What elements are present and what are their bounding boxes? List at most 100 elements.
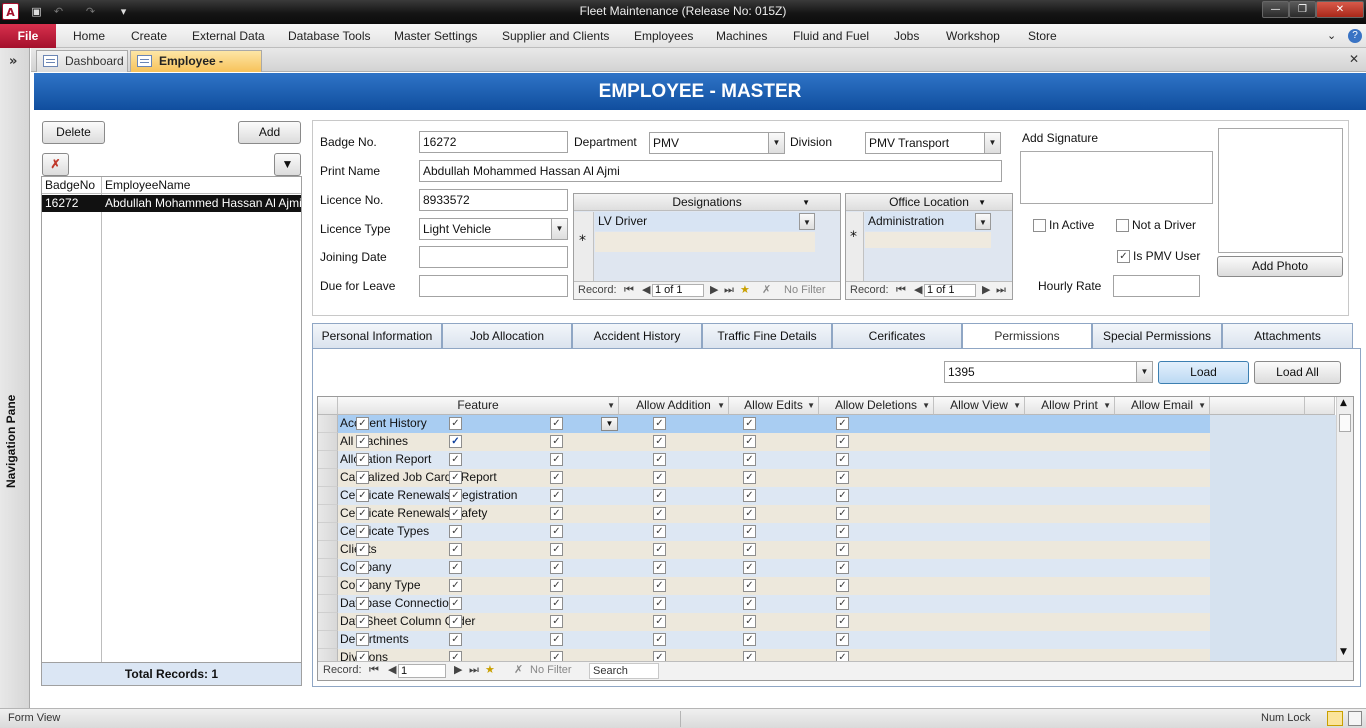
permission-checkbox[interactable]: ✓ bbox=[836, 417, 849, 430]
permission-checkbox[interactable]: ✓ bbox=[653, 417, 666, 430]
ribbon-tab-store[interactable]: Store bbox=[1028, 29, 1057, 43]
col-badge-header[interactable]: BadgeNo bbox=[45, 178, 95, 192]
record-position-input[interactable]: 1 bbox=[398, 664, 446, 678]
badge-input[interactable]: 16272 bbox=[419, 131, 568, 153]
record-position-input[interactable]: 1 of 1 bbox=[924, 284, 976, 297]
permission-checkbox[interactable]: ✓ bbox=[836, 633, 849, 646]
table-row[interactable]: DataSheet Column Order ✓ ✓ ✓ ✓ ✓ ✓ bbox=[318, 613, 1210, 631]
add-photo-button[interactable]: Add Photo bbox=[1217, 256, 1343, 277]
permission-checkbox[interactable]: ✓ bbox=[743, 471, 756, 484]
sort-arrow-icon[interactable]: ▼ bbox=[978, 194, 986, 211]
first-record-icon[interactable]: ⏮ bbox=[369, 662, 379, 679]
select-all-corner[interactable] bbox=[318, 397, 338, 415]
ribbon-tab-supplier-clients[interactable]: Supplier and Clients bbox=[502, 29, 609, 43]
hourly-rate-input[interactable] bbox=[1113, 275, 1200, 297]
doc-tab-employee-master[interactable]: Employee - Master bbox=[130, 50, 262, 88]
prev-record-icon[interactable]: ◀ bbox=[388, 662, 396, 679]
col-allow-view-header[interactable]: Allow View ▼ bbox=[934, 397, 1025, 415]
permission-checkbox[interactable]: ✓ bbox=[836, 579, 849, 592]
col-allow-edits-header[interactable]: Allow Edits ▼ bbox=[729, 397, 819, 415]
permission-checkbox[interactable]: ✓ bbox=[449, 597, 462, 610]
ribbon-collapse-icon[interactable]: ⌄ bbox=[1327, 29, 1336, 42]
permission-checkbox[interactable]: ✓ bbox=[653, 543, 666, 556]
permission-checkbox[interactable]: ✓ bbox=[743, 579, 756, 592]
permission-checkbox[interactable]: ✓ bbox=[356, 561, 369, 574]
permission-checkbox[interactable]: ✓ bbox=[653, 507, 666, 520]
permission-checkbox[interactable]: ✓ bbox=[653, 471, 666, 484]
permission-checkbox[interactable]: ✓ bbox=[356, 633, 369, 646]
new-row[interactable] bbox=[595, 232, 815, 252]
permission-checkbox[interactable]: ✓ bbox=[449, 453, 462, 466]
row-selector[interactable] bbox=[318, 559, 338, 577]
col-allow-deletions-header[interactable]: Allow Deletions ▼ bbox=[819, 397, 934, 415]
table-row[interactable]: Allocation Report ✓ ✓ ✓ ✓ ✓ ✓ bbox=[318, 451, 1210, 469]
permission-checkbox[interactable]: ✓ bbox=[550, 615, 563, 628]
ribbon-tab-master-settings[interactable]: Master Settings bbox=[394, 29, 477, 43]
row-selector[interactable] bbox=[318, 577, 338, 595]
tab-traffic-fine-details[interactable]: Traffic Fine Details bbox=[702, 323, 832, 348]
row-selector[interactable] bbox=[318, 469, 338, 487]
col-allow-addition-header[interactable]: Allow Addition ▼ bbox=[619, 397, 729, 415]
permission-checkbox[interactable]: ✓ bbox=[550, 633, 563, 646]
table-row[interactable]: Company✓✓✓✓✓✓ bbox=[318, 559, 1210, 577]
ribbon-tab-fluid-fuel[interactable]: Fluid and Fuel bbox=[793, 29, 869, 43]
due-leave-input[interactable] bbox=[419, 275, 568, 297]
permission-checkbox[interactable]: ✓ bbox=[743, 453, 756, 466]
permission-checkbox[interactable]: ✓ bbox=[449, 579, 462, 592]
division-select[interactable]: PMV Transport ▼ bbox=[865, 132, 1001, 154]
permission-checkbox[interactable]: ✓ bbox=[743, 435, 756, 448]
permission-checkbox[interactable]: ✓ bbox=[550, 597, 563, 610]
permission-checkbox[interactable]: ✓ bbox=[743, 525, 756, 538]
table-row[interactable]: All Machines ✓ ✓ ✓ ✓ ✓ ✓ bbox=[318, 433, 1210, 451]
tab-personal-information[interactable]: Personal Information bbox=[312, 323, 442, 348]
close-document-icon[interactable]: ✕ bbox=[1349, 52, 1359, 66]
table-row[interactable]: Company Type ✓ ✓ ✓ ✓ ✓ ✓ bbox=[318, 577, 1210, 595]
permission-checkbox[interactable]: ✓ bbox=[550, 453, 563, 466]
permission-checkbox[interactable]: ✓ bbox=[653, 579, 666, 592]
sort-filter-icon[interactable]: ▼ bbox=[807, 397, 815, 414]
tab-job-allocation[interactable]: Job Allocation bbox=[442, 323, 572, 348]
ribbon-tab-workshop[interactable]: Workshop bbox=[946, 29, 1000, 43]
user-select[interactable]: 1395 ▼ bbox=[944, 361, 1153, 383]
permission-checkbox[interactable]: ✓ bbox=[449, 543, 462, 556]
scroll-thumb[interactable] bbox=[1339, 414, 1351, 432]
permission-checkbox[interactable]: ✓ bbox=[449, 615, 462, 628]
maximize-button[interactable]: ❐ bbox=[1289, 1, 1316, 18]
permission-checkbox[interactable]: ✓ bbox=[550, 417, 563, 430]
tab-permissions[interactable]: Permissions bbox=[962, 323, 1092, 349]
expand-nav-icon[interactable]: » bbox=[9, 54, 17, 69]
tab-accident-history[interactable]: Accident History bbox=[572, 323, 702, 348]
permission-checkbox[interactable]: ✓ bbox=[653, 561, 666, 574]
ribbon-tab-home[interactable]: Home bbox=[73, 29, 105, 43]
pmv-user-checkbox[interactable]: ✓ bbox=[1117, 250, 1130, 263]
no-filter-icon[interactable]: ✗ bbox=[514, 662, 523, 679]
row-selector[interactable] bbox=[318, 595, 338, 613]
form-view-icon[interactable] bbox=[1327, 711, 1343, 726]
next-record-icon[interactable]: ▶ bbox=[982, 282, 990, 299]
add-button[interactable]: Add bbox=[238, 121, 301, 144]
minimize-button[interactable]: — bbox=[1262, 1, 1289, 18]
permission-checkbox[interactable]: ✓ bbox=[449, 525, 462, 538]
tab-attachments[interactable]: Attachments bbox=[1222, 323, 1353, 348]
load-button[interactable]: Load bbox=[1158, 361, 1249, 384]
row-selector[interactable] bbox=[318, 433, 338, 451]
dropdown-arrow-icon[interactable]: ▼ bbox=[768, 133, 784, 153]
permission-checkbox[interactable]: ✓ bbox=[836, 543, 849, 556]
scroll-down-icon[interactable]: ▼ bbox=[1340, 647, 1347, 657]
permission-checkbox[interactable]: ✓ bbox=[653, 453, 666, 466]
signature-box[interactable] bbox=[1020, 151, 1213, 204]
licence-no-input[interactable]: 8933572 bbox=[419, 189, 568, 211]
dropdown-arrow-icon[interactable]: ▼ bbox=[975, 213, 991, 230]
permission-checkbox[interactable]: ✓ bbox=[653, 435, 666, 448]
first-record-icon[interactable]: ⏮ bbox=[624, 282, 634, 299]
permission-checkbox[interactable]: ✓ bbox=[653, 615, 666, 628]
permission-checkbox[interactable]: ✓ bbox=[836, 435, 849, 448]
permission-checkbox[interactable]: ✓ bbox=[743, 633, 756, 646]
new-row[interactable] bbox=[865, 232, 991, 248]
prev-record-icon[interactable]: ◀ bbox=[914, 282, 922, 299]
office-location-select[interactable]: Administration ▼ bbox=[865, 212, 991, 231]
ribbon-tab-external-data[interactable]: External Data bbox=[192, 29, 265, 43]
close-window-button[interactable]: ✕ bbox=[1316, 1, 1364, 18]
permission-checkbox[interactable]: ✓ bbox=[743, 417, 756, 430]
designation-select[interactable]: LV Driver ▼ bbox=[595, 212, 815, 231]
